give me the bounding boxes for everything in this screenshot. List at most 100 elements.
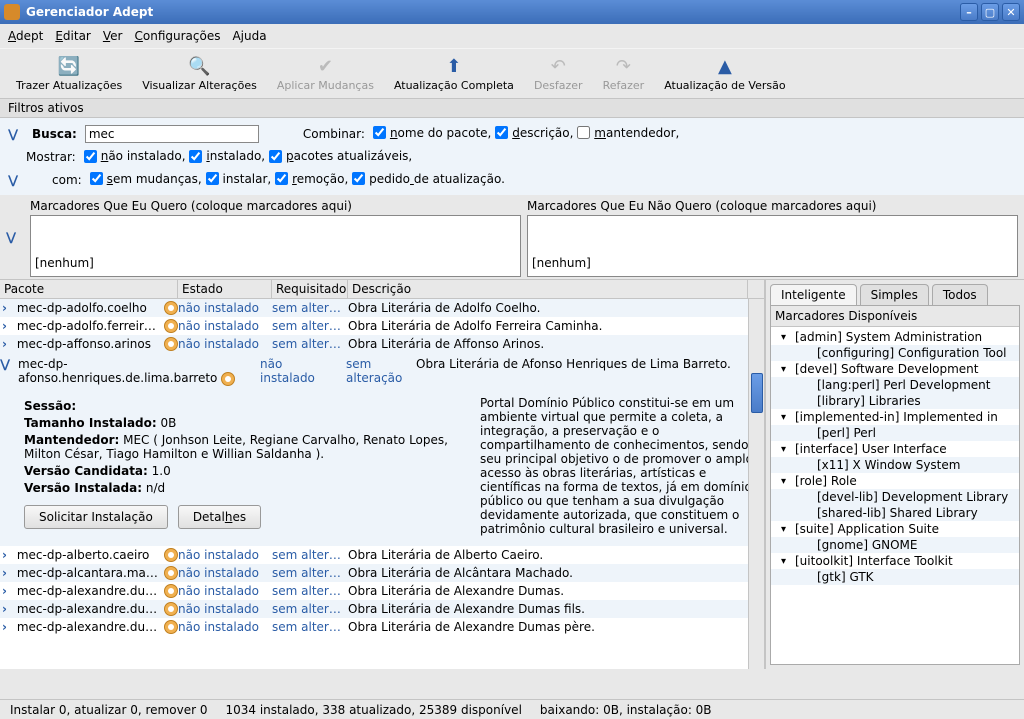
with-chk-2[interactable]: remoção, <box>275 172 348 186</box>
tree-node[interactable]: ▾[uitoolkit] Interface Toolkit <box>771 553 1019 569</box>
tree-node[interactable]: ▾[interface] User Interface <box>771 441 1019 457</box>
col-requested[interactable]: Requisitado <box>272 280 348 298</box>
expand-icon[interactable]: › <box>2 620 14 634</box>
package-row[interactable]: ›mec-dp-alberto.caeironão instaladosem a… <box>0 546 764 564</box>
package-row[interactable]: ›mec-dp-adolfo.ferreira.c…não instalados… <box>0 317 764 335</box>
expand-icon[interactable]: › <box>2 584 14 598</box>
toolbar-visualizar-alterações[interactable]: 🔍Visualizar Alterações <box>142 55 257 92</box>
cand-value: 1.0 <box>152 464 171 478</box>
col-description[interactable]: Descrição <box>348 280 748 298</box>
checkbox[interactable] <box>206 172 219 185</box>
tree-label: [lang:perl] Perl Development <box>817 378 990 392</box>
inst-label: Versão Instalada: <box>24 481 142 495</box>
tags-want-box[interactable]: [nenhum] <box>30 215 521 277</box>
toolbar-icon: 🔍 <box>189 55 211 77</box>
search-label: Busca: <box>32 127 77 141</box>
scrollbar[interactable] <box>748 299 764 669</box>
menu-configurações[interactable]: Configurações <box>134 29 220 43</box>
expand-icon[interactable]: › <box>2 602 14 616</box>
tab-simples[interactable]: Simples <box>860 284 929 305</box>
combine-chk-2[interactable]: mantendedor, <box>577 126 679 140</box>
expand-icon[interactable]: › <box>2 301 14 315</box>
tree-node[interactable]: [library] Libraries <box>771 393 1019 409</box>
status-bar: Instalar 0, atualizar 0, remover 0 1034 … <box>0 699 1024 719</box>
package-row[interactable]: ›mec-dp-alexandre.dum…não instaladosem a… <box>0 618 764 636</box>
checkbox[interactable] <box>495 126 508 139</box>
col-state[interactable]: Estado <box>178 280 272 298</box>
with-chk-0[interactable]: sem mudanças, <box>90 172 202 186</box>
request-install-button[interactable]: Solicitar Instalação <box>24 505 168 529</box>
menu-ver[interactable]: Ver <box>103 29 123 43</box>
menu-ajuda[interactable]: Ajuda <box>232 29 266 43</box>
tree-node[interactable]: [x11] X Window System <box>771 457 1019 473</box>
tree-node[interactable]: [shared-lib] Shared Library <box>771 505 1019 521</box>
checkbox[interactable] <box>275 172 288 185</box>
expand-icon[interactable]: › <box>2 548 14 562</box>
checkbox[interactable] <box>84 150 97 163</box>
tree-node[interactable]: [configuring] Configuration Tool <box>771 345 1019 361</box>
tree-node[interactable]: ▾[suite] Application Suite <box>771 521 1019 537</box>
tree-node[interactable]: [lang:perl] Perl Development <box>771 377 1019 393</box>
tags-notwant-box[interactable]: [nenhum] <box>527 215 1018 277</box>
col-package[interactable]: Pacote <box>0 280 178 298</box>
expand-icon[interactable]: ⋁ <box>0 357 12 371</box>
package-row[interactable]: ›mec-dp-adolfo.coelhonão instaladosem al… <box>0 299 764 317</box>
tags-none: [nenhum] <box>33 256 518 270</box>
toolbar-atualização-completa[interactable]: ⬆Atualização Completa <box>394 55 514 92</box>
expander-icon[interactable]: ⋁ <box>6 197 24 277</box>
menu-adept[interactable]: Adept <box>8 29 43 43</box>
cand-label: Versão Candidata: <box>24 464 148 478</box>
expander-icon[interactable]: ⋁ <box>8 127 20 141</box>
show-chk-2[interactable]: pacotes atualizáveis, <box>269 149 412 163</box>
search-input[interactable] <box>85 125 259 143</box>
toolbar: 🔄Trazer Atualizações 🔍Visualizar Alteraçõ… <box>0 48 1024 98</box>
combine-chk-0[interactable]: nome do pacote, <box>373 126 491 140</box>
checkbox[interactable] <box>577 126 590 139</box>
show-chk-1[interactable]: instalado, <box>189 149 265 163</box>
package-row-expanded[interactable]: ⋁mec-dp-afonso.henriques.de.lima.barreto… <box>0 353 764 390</box>
package-row[interactable]: ›mec-dp-alcantara.mach…não instaladosem … <box>0 564 764 582</box>
scroll-thumb[interactable] <box>751 373 763 413</box>
checkbox[interactable] <box>189 150 202 163</box>
package-icon <box>164 319 178 333</box>
tree-node[interactable]: ▾[devel] Software Development <box>771 361 1019 377</box>
toolbar-trazer-atualizações[interactable]: 🔄Trazer Atualizações <box>16 55 122 92</box>
package-req: sem alteração <box>346 357 410 385</box>
window-title: Gerenciador Adept <box>26 5 957 19</box>
checkbox[interactable] <box>90 172 103 185</box>
expand-icon[interactable]: › <box>2 337 14 351</box>
tree-node[interactable]: ▾[role] Role <box>771 473 1019 489</box>
combine-chk-1[interactable]: descrição, <box>495 126 573 140</box>
toolbar-atualização-de-versão[interactable]: ▲Atualização de Versão <box>664 55 785 92</box>
package-row[interactable]: ›mec-dp-alexandre.dumasnão instaladosem … <box>0 582 764 600</box>
checkbox[interactable] <box>352 172 365 185</box>
package-desc: Obra Literária de Alexandre Dumas fils. <box>348 602 764 616</box>
tab-inteligente[interactable]: Inteligente <box>770 284 857 305</box>
package-row[interactable]: ›mec-dp-alexandre.dum…não instaladosem a… <box>0 600 764 618</box>
details-button[interactable]: Detalhes <box>178 505 261 529</box>
expand-icon[interactable]: › <box>2 566 14 580</box>
minimize-button[interactable]: – <box>960 3 978 21</box>
package-row[interactable]: ›mec-dp-affonso.arinosnão instaladosem a… <box>0 335 764 353</box>
tree-node[interactable]: ▾[admin] System Administration <box>771 329 1019 345</box>
tree-node[interactable]: ▾[implemented-in] Implemented in <box>771 409 1019 425</box>
menu-editar[interactable]: Editar <box>55 29 91 43</box>
tree-node[interactable]: [perl] Perl <box>771 425 1019 441</box>
checkbox[interactable] <box>269 150 282 163</box>
tags-area: ⋁ Marcadores Que Eu Quero (coloque marca… <box>0 195 1024 279</box>
package-req: sem alter… <box>272 584 348 598</box>
with-chk-3[interactable]: pedido de atualização. <box>352 172 505 186</box>
expander-icon[interactable]: ⋁ <box>8 173 20 187</box>
tree-node[interactable]: [gnome] GNOME <box>771 537 1019 553</box>
close-button[interactable]: ✕ <box>1002 3 1020 21</box>
maximize-button[interactable]: ▢ <box>981 3 999 21</box>
with-chk-1[interactable]: instalar, <box>206 172 272 186</box>
tree-label: [admin] System Administration <box>795 330 982 344</box>
show-chk-0[interactable]: não instalado, <box>84 149 186 163</box>
titlebar: Gerenciador Adept – ▢ ✕ <box>0 0 1024 24</box>
tree-node[interactable]: [gtk] GTK <box>771 569 1019 585</box>
checkbox[interactable] <box>373 126 386 139</box>
tree-node[interactable]: [devel-lib] Development Library <box>771 489 1019 505</box>
expand-icon[interactable]: › <box>2 319 14 333</box>
tab-todos[interactable]: Todos <box>932 284 988 305</box>
